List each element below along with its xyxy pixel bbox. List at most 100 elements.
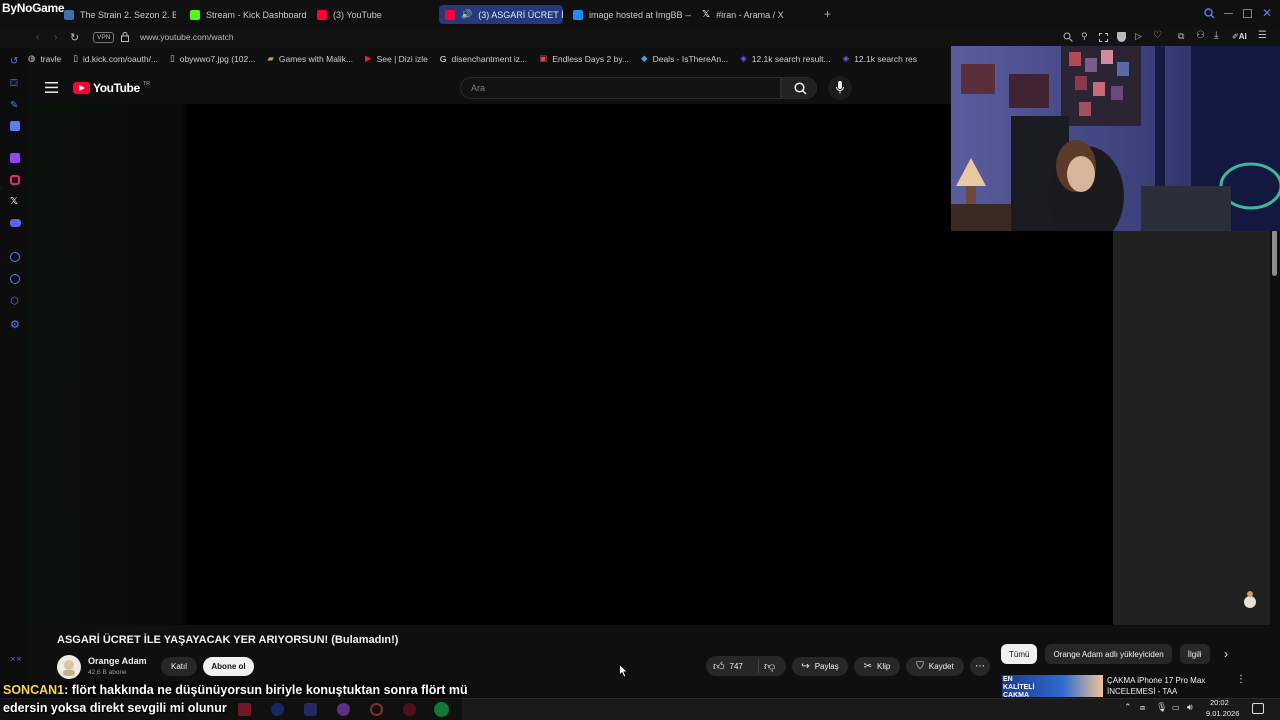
bookmark-item[interactable]: ▯ id.kick.com/oauth/... (73, 53, 158, 64)
clock-icon[interactable] (10, 274, 20, 284)
taskbar-time[interactable]: 20:02 (1210, 698, 1229, 707)
cube-icon[interactable]: ⬡ (10, 296, 22, 308)
chevron-right-icon[interactable]: › (1224, 647, 1228, 661)
tab-the-strain[interactable]: The Strain 2. Sezon 2. Bölü (58, 5, 176, 24)
play-icon[interactable]: ▷ (1135, 31, 1142, 42)
bookmark-label: Deals - IsThereAn... (652, 53, 729, 64)
heart-icon[interactable]: ♡ (1153, 30, 1162, 41)
kebab-menu-icon[interactable]: ⋮ (1236, 674, 1246, 685)
history-icon[interactable]: ↺ (10, 56, 22, 68)
youtube-logo[interactable]: YouTube TR (73, 81, 150, 95)
forward-icon[interactable]: › (54, 32, 57, 43)
bookmark-item[interactable]: Gdisenchantment iz... (440, 54, 527, 64)
tab-asgari-ucret[interactable]: 🔊 (3) ASGARİ ÜCRET İLE (439, 5, 563, 24)
search-input[interactable]: Ara (460, 77, 781, 99)
tray-chevron-icon[interactable]: ⌃ (1124, 702, 1132, 713)
bookmark-label: 12.1k search res (854, 53, 918, 64)
notifications-icon[interactable] (1252, 703, 1264, 714)
tab-kick-dashboard[interactable]: Stream - Kick Dashboard (184, 5, 306, 24)
tray-volume-icon[interactable]: 🔊︎ (1187, 702, 1193, 713)
speaker-icon: 🔊 (461, 9, 473, 19)
bookmark-item[interactable]: ▣ Endless Days 2 by... (539, 53, 629, 64)
share-icon: ↪ (801, 661, 810, 672)
chip-all[interactable]: Tümü (1001, 644, 1038, 664)
zoom-icon[interactable] (1063, 32, 1073, 42)
taskbar-date[interactable]: 9.01.2026 (1206, 709, 1239, 718)
back-icon[interactable]: ‹ (36, 32, 39, 43)
chip-related[interactable]: İlgili (1179, 644, 1210, 664)
tab-label: #iran - Arama / X (716, 9, 784, 20)
more-actions-button[interactable]: ⋯ (970, 657, 990, 676)
url-text[interactable]: www.youtube.com/watch (140, 32, 234, 42)
mail-icon[interactable] (10, 121, 20, 131)
voice-search-button[interactable] (828, 76, 852, 100)
bookmark-item[interactable]: ▯ obywwo7.jpg (102... (170, 53, 255, 64)
bookmark-item[interactable]: ▰ Games with Malik... (267, 53, 353, 64)
pin-icon[interactable]: ⚲ (1081, 31, 1088, 42)
bag-icon[interactable]: ⛋ (10, 78, 22, 90)
bookmark-item[interactable]: ◈ 12.1k search result... (740, 53, 830, 64)
recommendation-title[interactable]: ÇAKMA iPhone 17 Pro Max İNCELEMESİ - TAA (1107, 675, 1232, 697)
notes-icon[interactable]: ✎ (10, 100, 22, 112)
instagram-icon[interactable] (10, 175, 20, 185)
channel-avatar[interactable] (57, 655, 81, 679)
tag-icon: ◆ (641, 53, 648, 63)
new-tab-button[interactable]: + (824, 7, 831, 21)
recommendation-thumbnail[interactable]: EN KALİTELİ ÇAKMA (1002, 675, 1103, 697)
more-icon: ⋯ (975, 661, 985, 672)
divider (758, 659, 759, 673)
chat-message-1: : flört hakkında ne düşünüyorsun biriyle… (64, 683, 468, 697)
tray-display-icon[interactable]: ⧈ (1140, 703, 1145, 713)
chip-from-uploader[interactable]: Orange Adam adlı yükleyiciden (1045, 644, 1172, 664)
join-button[interactable]: Katıl (161, 657, 197, 676)
twitch-icon[interactable] (10, 153, 20, 163)
account-icon[interactable]: ⚇ (1196, 30, 1205, 41)
channel-name[interactable]: Orange Adam (88, 656, 147, 666)
bookmark-item[interactable]: ◆ Deals - IsThereAn... (641, 53, 728, 64)
extensions-icon[interactable]: ⧉ (1178, 31, 1184, 42)
settings-icon[interactable]: ⚙ (10, 318, 22, 331)
clip-button[interactable]: ✂ Klip (854, 657, 900, 676)
discord-icon[interactable] (10, 219, 21, 227)
close-window-icon[interactable]: ✕ (1262, 6, 1272, 20)
tab-x-search[interactable]: 𝕏 #iran - Arama / X (696, 5, 814, 24)
bookmark-item[interactable]: ▶ See | Dizi izle (365, 53, 428, 64)
more-apps-icon[interactable]: ⨯⨯ (10, 655, 22, 667)
chat-overlay: SONCAN1: flört hakkında ne düşünüyorsun … (3, 681, 468, 717)
chat-line-1: SONCAN1: flört hakkında ne düşünüyorsun … (3, 681, 468, 699)
download-icon[interactable]: ⤓ (1214, 30, 1218, 41)
hamburger-menu-icon[interactable] (45, 82, 58, 93)
x-icon[interactable]: 𝕏 (10, 196, 22, 208)
bookmark-item[interactable]: ◍ travle (28, 53, 61, 64)
like-button[interactable]: 👍︎ 747 (713, 660, 743, 673)
minimize-icon[interactable] (1224, 13, 1233, 14)
tray-mic-icon[interactable]: 🎙︎ (1156, 702, 1167, 713)
ai-button[interactable]: ✐AI (1232, 32, 1247, 41)
tab-label: (3) YouTube (333, 9, 382, 20)
subscribe-button[interactable]: Abone ol (203, 657, 254, 676)
search-icon (794, 82, 807, 95)
vpn-badge[interactable]: VPN (93, 32, 115, 43)
reload-icon[interactable]: ↻ (70, 31, 79, 44)
search-tabs-icon[interactable] (1204, 8, 1215, 19)
tab-imgbb[interactable]: image hosted at ImgBB — (567, 5, 691, 24)
screenshot-icon[interactable] (1099, 33, 1108, 42)
bookmark-item[interactable]: ◈ 12.1k search res (843, 53, 917, 64)
kick-icon (190, 9, 200, 20)
page-scrollbar[interactable] (1272, 230, 1277, 276)
share-button[interactable]: ↪ Paylaş (792, 657, 848, 676)
search-button[interactable] (781, 77, 817, 99)
save-button[interactable]: ⛉ Kaydet (906, 657, 964, 676)
tab-youtube[interactable]: (3) YouTube (311, 5, 429, 24)
dislike-button[interactable]: 👎︎ (764, 660, 775, 673)
region-code: TR (142, 81, 151, 87)
tab-label: image hosted at ImgBB — (589, 9, 691, 20)
menu-icon[interactable]: ☰ (1258, 30, 1267, 41)
globe-icon: ◍ (28, 53, 36, 63)
page-icon: ▯ (73, 53, 78, 63)
subscriber-count: 42,6 B abone (88, 669, 127, 676)
player-icon[interactable] (10, 252, 20, 262)
shield-icon[interactable] (1117, 32, 1126, 42)
maximize-icon[interactable] (1243, 9, 1252, 18)
tray-network-icon[interactable]: ▭ (1172, 703, 1180, 712)
